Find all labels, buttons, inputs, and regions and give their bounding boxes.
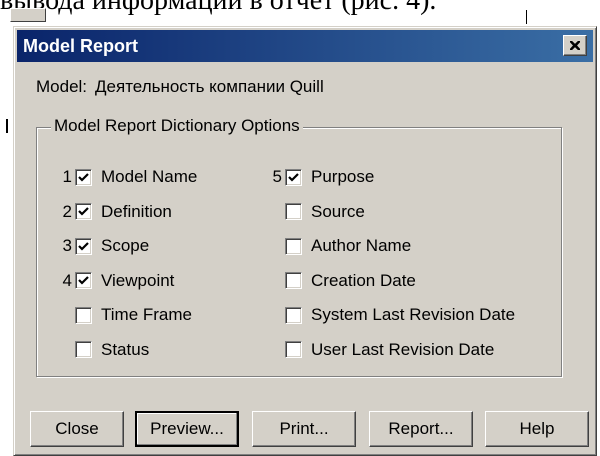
print-button[interactable]: Print... [252, 411, 356, 447]
option-label: Purpose [311, 167, 375, 186]
checkmark-icon [288, 172, 299, 182]
background-window-stub [10, 8, 46, 22]
option-viewpoint[interactable]: 4 Viewpoint [58, 269, 175, 293]
option-order-number: 4 [62, 270, 72, 290]
option-label: Viewpoint [101, 270, 175, 290]
option-label: Time Frame [101, 305, 192, 324]
help-button[interactable]: Help [485, 411, 589, 447]
option-checkbox[interactable] [285, 272, 302, 289]
background-document-text: вывода информации в отчет (рис. 4). [0, 0, 437, 16]
option-order-number: 3 [62, 236, 72, 255]
model-line: Model: Деятельность компании Quill [36, 77, 324, 97]
option-label: User Last Revision Date [311, 339, 495, 359]
option-checkbox[interactable] [285, 203, 302, 220]
option-checkbox[interactable] [285, 237, 302, 255]
group-title: Model Report Dictionary Options [51, 116, 303, 136]
dialog-titlebar[interactable]: Model Report [17, 30, 593, 62]
option-time-frame[interactable]: Time Frame [58, 303, 192, 327]
option-label: Creation Date [311, 270, 416, 290]
window-close-button[interactable] [563, 35, 587, 56]
option-scope[interactable]: 3 Scope [58, 234, 150, 258]
checkmark-icon [78, 276, 89, 285]
option-label: Scope [101, 236, 150, 255]
option-source[interactable]: Source [268, 200, 365, 224]
option-label: Source [311, 201, 365, 221]
option-author-name[interactable]: Author Name [268, 234, 411, 258]
option-status[interactable]: Status [58, 338, 149, 362]
checkmark-icon [78, 207, 89, 216]
close-button[interactable]: Close [30, 411, 124, 447]
option-label: Definition [101, 201, 172, 221]
option-checkbox[interactable] [75, 306, 92, 324]
option-system-last-revision-date[interactable]: System Last Revision Date [268, 303, 515, 327]
option-label: Author Name [311, 236, 412, 255]
background-text-cursor [526, 10, 527, 24]
option-model-name[interactable]: 1 Model Name [58, 165, 198, 189]
option-checkbox[interactable] [75, 203, 92, 220]
model-label: Model: [36, 77, 88, 96]
option-creation-date[interactable]: Creation Date [268, 269, 416, 293]
model-report-dialog: Model Report Model: Деятельность компании… [13, 26, 597, 456]
option-checkbox[interactable] [75, 341, 92, 358]
option-checkbox[interactable] [285, 168, 302, 186]
option-definition[interactable]: 2 Definition [58, 200, 172, 224]
option-order-number: 2 [62, 201, 72, 221]
option-checkbox[interactable] [75, 168, 92, 186]
option-checkbox[interactable] [285, 306, 302, 324]
option-order-number: 5 [272, 167, 282, 186]
option-order-number: 1 [62, 167, 72, 186]
option-user-last-revision-date[interactable]: User Last Revision Date [268, 338, 494, 362]
option-checkbox[interactable] [75, 272, 92, 289]
checkmark-icon [78, 172, 89, 182]
report-button[interactable]: Report... [369, 411, 473, 447]
option-label: Model Name [101, 167, 198, 186]
preview-button[interactable]: Preview... [135, 411, 239, 447]
background-mark [6, 119, 8, 133]
option-checkbox[interactable] [75, 237, 92, 255]
checkmark-icon [78, 241, 89, 251]
model-value: Деятельность компании Quill [95, 77, 324, 96]
option-label: Status [101, 339, 150, 359]
close-icon [570, 41, 580, 50]
option-label: System Last Revision Date [311, 305, 516, 324]
option-checkbox[interactable] [285, 341, 302, 358]
dialog-title: Model Report [23, 36, 138, 56]
option-purpose[interactable]: 5 Purpose [268, 165, 375, 189]
